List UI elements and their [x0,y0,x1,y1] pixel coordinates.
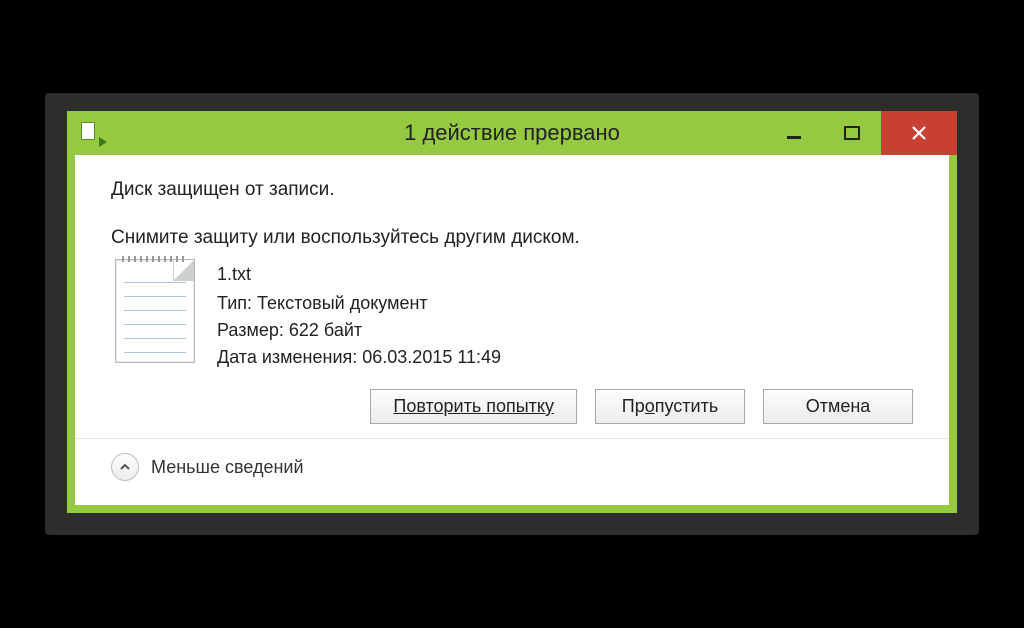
close-button[interactable] [881,111,957,155]
instruction-text: Снимите защиту или воспользуйтесь другим… [111,227,913,249]
error-message: Диск защищен от записи. [111,179,913,201]
divider [75,438,949,439]
file-type-row: Тип: Текстовый документ [217,290,501,317]
file-size-label: Размер: [217,320,284,340]
file-modified-value: 06.03.2015 11:49 [362,347,501,367]
titlebar: 1 действие прервано [67,111,957,155]
file-info-block: 1.txt Тип: Текстовый документ Размер: 62… [115,259,913,371]
file-type-label: Тип: [217,293,252,313]
cancel-button[interactable]: Отмена [763,389,913,424]
file-type-value: Текстовый документ [257,293,428,313]
minimize-button[interactable] [765,111,823,155]
maximize-button[interactable] [823,111,881,155]
file-modified-label: Дата изменения: [217,347,357,367]
chevron-up-icon [111,453,139,481]
toggle-details[interactable]: Меньше сведений [111,453,913,487]
toggle-details-label: Меньше сведений [151,457,304,478]
retry-button-label: Повторить попытку [393,396,554,416]
file-size-row: Размер: 622 байт [217,317,501,344]
file-name: 1.txt [217,261,501,288]
file-size-value: 622 байт [289,320,362,340]
skip-button[interactable]: Пропустить [595,389,745,424]
retry-button[interactable]: Повторить попытку [370,389,577,424]
dialog-window: 1 действие прервано Диск защищен от запи… [67,111,957,513]
file-modified-row: Дата изменения: 06.03.2015 11:49 [217,344,501,371]
text-file-icon [115,259,195,363]
file-transfer-icon [81,121,105,145]
cancel-button-label: Отмена [806,396,871,416]
